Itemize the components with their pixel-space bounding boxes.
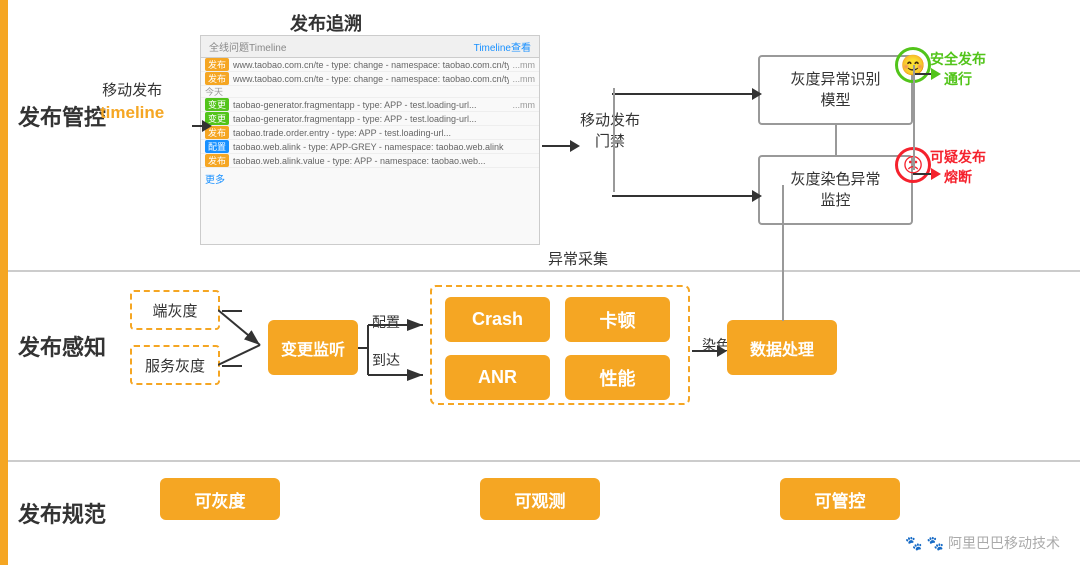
- screenshot-row-3: 变更 taobao-generator.fragmentapp - type: …: [201, 98, 539, 112]
- arrow-gate: [542, 140, 580, 152]
- screenshot-row-1: 发布 www.taobao.com.cn/te - type: change -…: [201, 58, 539, 72]
- screenshot-area: 全线问题Timeline Timeline查看 发布 www.taobao.co…: [200, 35, 540, 245]
- arrow-timeline: [192, 120, 212, 132]
- release-trace-title: 发布追溯: [290, 10, 362, 36]
- exception-collect-label: 异常采集: [548, 248, 608, 269]
- screenshot-row-4: 变更 taobao-generator.fragmentapp - type: …: [201, 112, 539, 126]
- screenshot-row-6: 配置 taobao.web.alink - type: APP-GREY - n…: [201, 140, 539, 154]
- observable-box: 可观测: [480, 478, 600, 520]
- arrow-to-happy: [913, 68, 941, 80]
- change-monitor-box: 变更监听: [268, 320, 358, 375]
- section-standard: 发布规范: [18, 497, 106, 529]
- gate-label: 移动发布 门禁: [580, 110, 640, 152]
- tag-6: 配置: [205, 140, 229, 153]
- watermark-icon: 🐾: [905, 535, 922, 552]
- divider-2: [8, 460, 1080, 462]
- tag-1: 发布: [205, 58, 229, 71]
- gray-standard-box: 可灰度: [160, 478, 280, 520]
- tag-7: 发布: [205, 154, 229, 167]
- divider-1: [8, 270, 1080, 272]
- service-gray-box: 服务灰度: [130, 345, 220, 385]
- v-line-far-right: [913, 65, 915, 170]
- crash-box: Crash: [445, 297, 550, 342]
- section-control: 发布管控: [18, 100, 106, 132]
- connector-line: [835, 125, 837, 155]
- screenshot-row-2: 发布 www.taobao.com.cn/te - type: change -…: [201, 72, 539, 86]
- timeline-label: 移动发布 timeline: [100, 80, 164, 125]
- screenshot-row-5: 发布 taobao.trade.order.entry - type: APP …: [201, 126, 539, 140]
- screenshot-row-7: 发布 taobao.web.alink.value - type: APP - …: [201, 154, 539, 168]
- section-perception: 发布感知: [18, 330, 106, 362]
- arrow-to-sad: [913, 168, 941, 180]
- screenshot-header: 全线问题Timeline Timeline查看: [201, 36, 539, 58]
- split-arrows: [358, 305, 433, 395]
- arrow-to-monitor: [612, 190, 762, 202]
- stutter-box: 卡顿: [565, 297, 670, 342]
- tag-3: 变更: [205, 98, 229, 111]
- load-more: 更多: [205, 171, 225, 186]
- v-line-right: [613, 88, 615, 192]
- anr-box: ANR: [445, 355, 550, 400]
- controllable-box: 可管控: [780, 478, 900, 520]
- convergence-lines: [218, 285, 268, 395]
- performance-box: 性能: [565, 355, 670, 400]
- tag-2: 发布: [205, 72, 229, 85]
- end-gray-box: 端灰度: [130, 290, 220, 330]
- left-bar: [0, 0, 8, 565]
- watermark: 🐾 🐾 阿里巴巴移动技术: [905, 533, 1060, 553]
- data-process-box: 数据处理: [727, 320, 837, 375]
- screenshot-header-link: Timeline查看: [474, 39, 531, 54]
- model-box: 灰度异常识别 模型: [758, 55, 913, 125]
- arrow-to-data: [692, 345, 727, 357]
- screenshot-header-text: 全线问题Timeline: [209, 39, 286, 54]
- screenshot-row-date: 今天: [201, 86, 539, 98]
- arrow-to-model: [612, 88, 762, 100]
- data-to-panel-line: [782, 185, 784, 321]
- screenshot-footer: 更多: [201, 168, 539, 188]
